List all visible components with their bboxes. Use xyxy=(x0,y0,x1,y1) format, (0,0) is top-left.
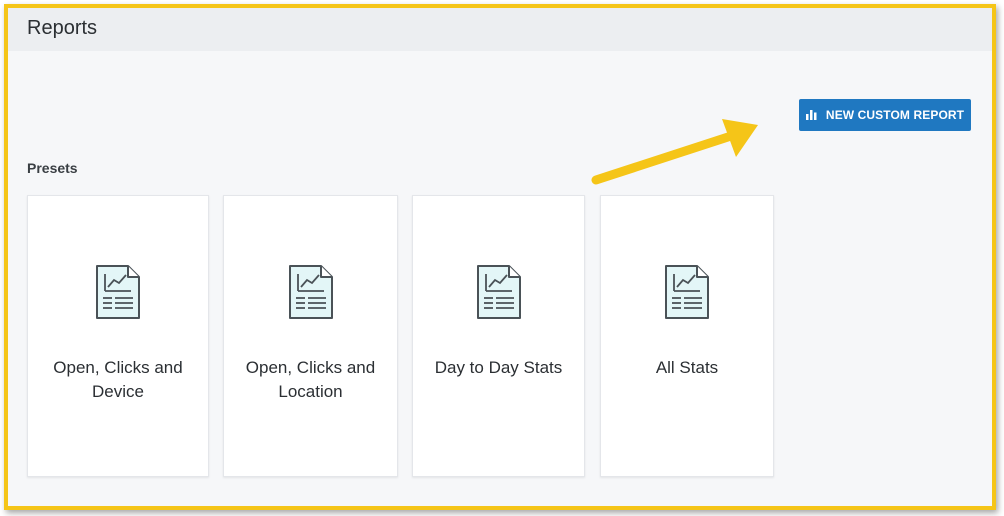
page-title: Reports xyxy=(27,17,98,39)
report-document-icon xyxy=(665,265,709,319)
bar-chart-icon xyxy=(805,110,818,120)
preset-card-label: All Stats xyxy=(655,358,719,377)
report-document-icon xyxy=(476,265,521,319)
preset-card-open-clicks-location[interactable]: Open, Clicks and Location xyxy=(223,195,398,477)
new-custom-report-button[interactable]: NEW CUSTOM REPORT xyxy=(799,99,971,131)
preset-card-open-clicks-device[interactable]: Open, Clicks and Device xyxy=(27,195,209,477)
presets-heading: Presets xyxy=(27,160,78,176)
preset-card-day-to-day-stats[interactable]: Day to Day Stats xyxy=(412,195,585,477)
preset-card-label: Open, Clicks and Location xyxy=(245,358,376,401)
new-custom-report-label: NEW CUSTOM REPORT xyxy=(825,108,965,122)
highlight-frame: Reports NEW CUSTOM REPORT Presets Open, … xyxy=(4,4,996,510)
preset-card-all-stats[interactable]: All Stats xyxy=(600,195,774,477)
page-header: Reports xyxy=(8,8,992,51)
report-document-icon xyxy=(288,265,333,319)
preset-card-label: Open, Clicks and Device xyxy=(53,358,183,401)
report-document-icon xyxy=(96,265,140,319)
annotation-arrow xyxy=(591,119,758,185)
preset-card-label: Day to Day Stats xyxy=(434,358,563,377)
